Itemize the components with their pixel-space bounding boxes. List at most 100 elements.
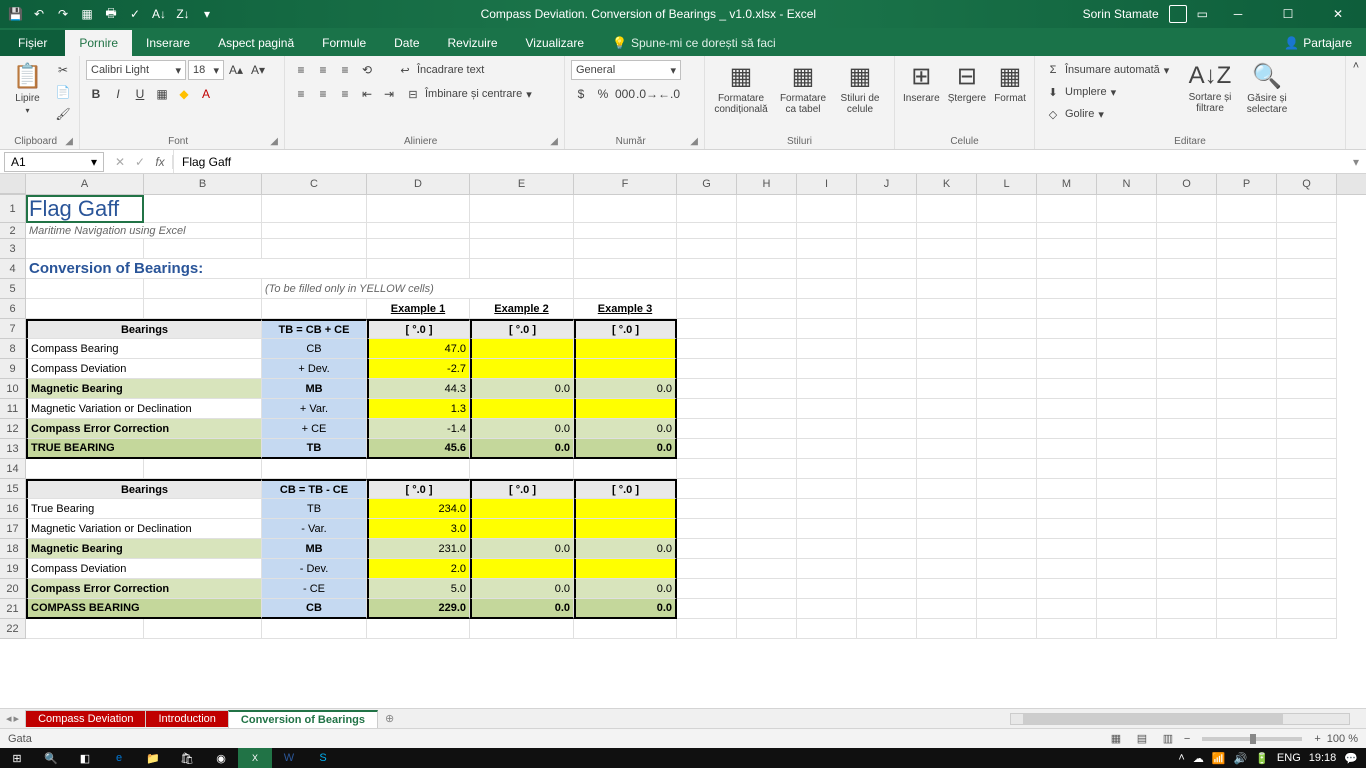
cell-G8[interactable] <box>677 339 737 359</box>
cell-Q3[interactable] <box>1277 239 1337 259</box>
cell-C1[interactable] <box>262 195 367 223</box>
cell-H4[interactable] <box>737 259 797 279</box>
cell-N5[interactable] <box>1097 279 1157 299</box>
cell-I4[interactable] <box>797 259 857 279</box>
cell-A2[interactable]: Maritime Navigation using Excel <box>26 223 262 239</box>
tab-data[interactable]: Date <box>380 30 433 56</box>
zoom-slider[interactable] <box>1202 737 1302 741</box>
cell-F19[interactable] <box>574 559 677 579</box>
cell-C9[interactable]: + Dev. <box>262 359 367 379</box>
cell-N20[interactable] <box>1097 579 1157 599</box>
scroll-thumb[interactable] <box>1023 714 1283 724</box>
cell-G20[interactable] <box>677 579 737 599</box>
cell-L18[interactable] <box>977 539 1037 559</box>
cell-M5[interactable] <box>1037 279 1097 299</box>
sheet-tab-conversion[interactable]: Conversion of Bearings <box>228 710 378 728</box>
expand-formula-bar-icon[interactable]: ▾ <box>1346 155 1366 169</box>
sheet-tab-introduction[interactable]: Introduction <box>145 710 228 727</box>
cell-F18[interactable]: 0.0 <box>574 539 677 559</box>
cell-F6[interactable]: Example 3 <box>574 299 677 319</box>
cell-A5[interactable] <box>26 279 144 299</box>
cell-I20[interactable] <box>797 579 857 599</box>
cell-L13[interactable] <box>977 439 1037 459</box>
cell-E9[interactable] <box>470 359 574 379</box>
col-header-O[interactable]: O <box>1157 174 1217 194</box>
cell-E12[interactable]: 0.0 <box>470 419 574 439</box>
font-name-select[interactable]: Calibri Light▾ <box>86 60 186 80</box>
cell-D15[interactable]: [ °.0 ] <box>367 479 470 499</box>
cell-P17[interactable] <box>1217 519 1277 539</box>
cell-F1[interactable] <box>574 195 677 223</box>
cell-Q17[interactable] <box>1277 519 1337 539</box>
cell-I6[interactable] <box>797 299 857 319</box>
cell-A9[interactable]: Compass Deviation <box>26 359 262 379</box>
col-header-A[interactable]: A <box>26 174 144 194</box>
sort-asc-icon[interactable]: A↓ <box>152 7 166 21</box>
zoom-out-button[interactable]: − <box>1184 733 1190 745</box>
cell-N12[interactable] <box>1097 419 1157 439</box>
cell-D19[interactable]: 2.0 <box>367 559 470 579</box>
row-header-16[interactable]: 16 <box>0 499 26 519</box>
cell-Q15[interactable] <box>1277 479 1337 499</box>
cell-E7[interactable]: [ °.0 ] <box>470 319 574 339</box>
row-header-1[interactable]: 1 <box>0 195 26 223</box>
col-header-H[interactable]: H <box>737 174 797 194</box>
cell-A11[interactable]: Magnetic Variation or Declination <box>26 399 262 419</box>
sheet-tab-compass-deviation[interactable]: Compass Deviation <box>25 710 146 727</box>
cell-L20[interactable] <box>977 579 1037 599</box>
row-header-15[interactable]: 15 <box>0 479 26 499</box>
cell-P19[interactable] <box>1217 559 1277 579</box>
volume-icon[interactable]: 🔊 <box>1234 752 1248 765</box>
cell-F9[interactable] <box>574 359 677 379</box>
cell-L16[interactable] <box>977 499 1037 519</box>
cell-A14[interactable] <box>26 459 144 479</box>
tab-view[interactable]: Vizualizare <box>512 30 598 56</box>
cell-P10[interactable] <box>1217 379 1277 399</box>
number-format-select[interactable]: General▾ <box>571 60 681 80</box>
cell-F22[interactable] <box>574 619 677 639</box>
cell-L21[interactable] <box>977 599 1037 619</box>
row-header-9[interactable]: 9 <box>0 359 26 379</box>
cell-styles-button[interactable]: ▦Stiluri de celule <box>835 60 885 117</box>
zoom-in-button[interactable]: + <box>1314 733 1320 745</box>
cell-H21[interactable] <box>737 599 797 619</box>
cell-E20[interactable]: 0.0 <box>470 579 574 599</box>
cell-E15[interactable]: [ °.0 ] <box>470 479 574 499</box>
zoom-thumb[interactable] <box>1250 734 1256 744</box>
cell-B14[interactable] <box>144 459 262 479</box>
sheet-next-icon[interactable]: ▸ <box>14 712 20 725</box>
row-header-5[interactable]: 5 <box>0 279 26 299</box>
cell-J16[interactable] <box>857 499 917 519</box>
align-middle-button[interactable]: ≡ <box>313 60 333 80</box>
cell-N13[interactable] <box>1097 439 1157 459</box>
edge-icon[interactable]: e <box>102 748 136 768</box>
cell-P11[interactable] <box>1217 399 1277 419</box>
cell-N9[interactable] <box>1097 359 1157 379</box>
cell-C18[interactable]: MB <box>262 539 367 559</box>
cell-H10[interactable] <box>737 379 797 399</box>
cell-E16[interactable] <box>470 499 574 519</box>
cell-C13[interactable]: TB <box>262 439 367 459</box>
cell-N3[interactable] <box>1097 239 1157 259</box>
cell-F2[interactable] <box>574 223 677 239</box>
cell-N21[interactable] <box>1097 599 1157 619</box>
cell-K15[interactable] <box>917 479 977 499</box>
page-break-button[interactable]: ▥ <box>1158 731 1178 746</box>
cell-G13[interactable] <box>677 439 737 459</box>
cell-P2[interactable] <box>1217 223 1277 239</box>
cell-A3[interactable] <box>26 239 144 259</box>
cell-F12[interactable]: 0.0 <box>574 419 677 439</box>
cell-M4[interactable] <box>1037 259 1097 279</box>
cell-K13[interactable] <box>917 439 977 459</box>
number-dialog-icon[interactable]: ◢ <box>690 136 698 147</box>
cell-H22[interactable] <box>737 619 797 639</box>
cell-M9[interactable] <box>1037 359 1097 379</box>
cell-L8[interactable] <box>977 339 1037 359</box>
row-header-21[interactable]: 21 <box>0 599 26 619</box>
redo-icon[interactable]: ↷ <box>56 7 70 21</box>
cell-F7[interactable]: [ °.0 ] <box>574 319 677 339</box>
cell-F15[interactable]: [ °.0 ] <box>574 479 677 499</box>
cell-J20[interactable] <box>857 579 917 599</box>
cell-M13[interactable] <box>1037 439 1097 459</box>
cell-N11[interactable] <box>1097 399 1157 419</box>
